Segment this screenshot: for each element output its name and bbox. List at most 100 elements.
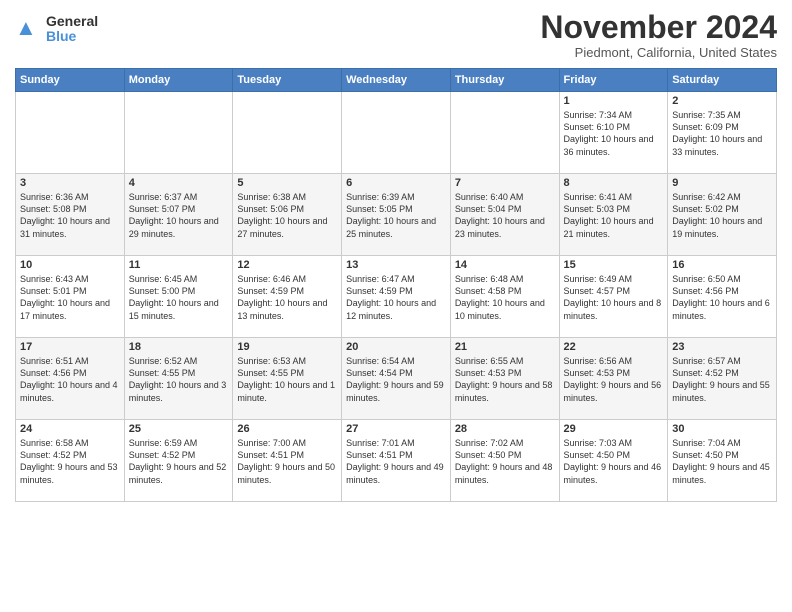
week-row: 1Sunrise: 7:34 AM Sunset: 6:10 PM Daylig… [16, 92, 777, 174]
calendar-cell: 13 Sunrise: 6:47 AM Sunset: 4:59 PM Dayli… [342, 256, 451, 338]
calendar-cell: 11 Sunrise: 6:45 AM Sunset: 5:00 PM Dayli… [124, 256, 233, 338]
day-number: 27 [346, 423, 446, 435]
day-number: 12 [237, 259, 337, 271]
day-info: Sunrise: 6:40 AM Sunset: 5:04 PM Dayligh… [455, 191, 555, 240]
day-info: Sunrise: 6:55 AM Sunset: 4:53 PM Dayligh… [455, 355, 555, 404]
day-info: Sunrise: 7:03 AM Sunset: 4:50 PM Dayligh… [564, 437, 664, 486]
day-info: Sunrise: 6:57 AM Sunset: 4:52 PM Dayligh… [672, 355, 772, 404]
calendar-cell: 8Sunrise: 6:41 AM Sunset: 5:03 PM Daylig… [559, 174, 668, 256]
calendar-cell: 25 Sunrise: 6:59 AM Sunset: 4:52 PM Dayli… [124, 420, 233, 502]
calendar-cell: 7 Sunrise: 6:40 AM Sunset: 5:04 PM Daylig… [450, 174, 559, 256]
page-container: ▲ General Blue November 2024 Piedmont, C… [0, 0, 792, 512]
header-monday: Monday [124, 69, 233, 92]
day-info: Sunrise: 6:43 AM Sunset: 5:01 PM Dayligh… [20, 273, 120, 322]
calendar-cell: 21 Sunrise: 6:55 AM Sunset: 4:53 PM Dayli… [450, 338, 559, 420]
location: Piedmont, California, United States [540, 45, 777, 60]
header-friday: Friday [559, 69, 668, 92]
logo-general: General [46, 14, 98, 29]
calendar-cell: 30Sunrise: 7:04 AM Sunset: 4:50 PM Dayli… [668, 420, 777, 502]
day-number: 18 [129, 341, 229, 353]
day-info: Sunrise: 7:01 AM Sunset: 4:51 PM Dayligh… [346, 437, 446, 486]
calendar-cell: 18Sunrise: 6:52 AM Sunset: 4:55 PM Dayli… [124, 338, 233, 420]
day-info: Sunrise: 6:47 AM Sunset: 4:59 PM Dayligh… [346, 273, 446, 322]
week-row: 24 Sunrise: 6:58 AM Sunset: 4:52 PM Dayli… [16, 420, 777, 502]
day-info: Sunrise: 6:58 AM Sunset: 4:52 PM Dayligh… [20, 437, 120, 486]
day-number: 11 [129, 259, 229, 271]
day-info: Sunrise: 6:50 AM Sunset: 4:56 PM Dayligh… [672, 273, 772, 322]
day-info: Sunrise: 6:46 AM Sunset: 4:59 PM Dayligh… [237, 273, 337, 322]
calendar-cell: 17 Sunrise: 6:51 AM Sunset: 4:56 PM Dayli… [16, 338, 125, 420]
calendar-cell [233, 92, 342, 174]
calendar-cell: 4 Sunrise: 6:37 AM Sunset: 5:07 PM Daylig… [124, 174, 233, 256]
day-info: Sunrise: 6:48 AM Sunset: 4:58 PM Dayligh… [455, 273, 555, 322]
day-number: 25 [129, 423, 229, 435]
header-sunday: Sunday [16, 69, 125, 92]
calendar-cell [342, 92, 451, 174]
header-tuesday: Tuesday [233, 69, 342, 92]
day-number: 8 [564, 177, 664, 189]
logo-icon: ▲ [15, 15, 43, 43]
calendar-cell: 1Sunrise: 7:34 AM Sunset: 6:10 PM Daylig… [559, 92, 668, 174]
day-number: 23 [672, 341, 772, 353]
day-info: Sunrise: 7:34 AM Sunset: 6:10 PM Dayligh… [564, 109, 664, 158]
day-number: 5 [237, 177, 337, 189]
day-info: Sunrise: 6:49 AM Sunset: 4:57 PM Dayligh… [564, 273, 664, 322]
calendar-cell: 26Sunrise: 7:00 AM Sunset: 4:51 PM Dayli… [233, 420, 342, 502]
day-number: 10 [20, 259, 120, 271]
calendar-cell [450, 92, 559, 174]
week-row: 10 Sunrise: 6:43 AM Sunset: 5:01 PM Dayli… [16, 256, 777, 338]
logo-text: General Blue [46, 14, 98, 45]
day-info: Sunrise: 7:35 AM Sunset: 6:09 PM Dayligh… [672, 109, 772, 158]
calendar-cell: 2Sunrise: 7:35 AM Sunset: 6:09 PM Daylig… [668, 92, 777, 174]
calendar-cell: 6Sunrise: 6:39 AM Sunset: 5:05 PM Daylig… [342, 174, 451, 256]
calendar-cell [16, 92, 125, 174]
calendar-cell: 10 Sunrise: 6:43 AM Sunset: 5:01 PM Dayli… [16, 256, 125, 338]
day-info: Sunrise: 6:36 AM Sunset: 5:08 PM Dayligh… [20, 191, 120, 240]
day-number: 24 [20, 423, 120, 435]
day-info: Sunrise: 6:59 AM Sunset: 4:52 PM Dayligh… [129, 437, 229, 486]
day-number: 14 [455, 259, 555, 271]
calendar-cell: 15 Sunrise: 6:49 AM Sunset: 4:57 PM Dayli… [559, 256, 668, 338]
calendar-cell: 9 Sunrise: 6:42 AM Sunset: 5:02 PM Daylig… [668, 174, 777, 256]
day-number: 17 [20, 341, 120, 353]
calendar-cell: 22 Sunrise: 6:56 AM Sunset: 4:53 PM Dayli… [559, 338, 668, 420]
day-info: Sunrise: 6:38 AM Sunset: 5:06 PM Dayligh… [237, 191, 337, 240]
day-info: Sunrise: 6:51 AM Sunset: 4:56 PM Dayligh… [20, 355, 120, 404]
calendar-cell: 3Sunrise: 6:36 AM Sunset: 5:08 PM Daylig… [16, 174, 125, 256]
day-number: 21 [455, 341, 555, 353]
day-info: Sunrise: 6:42 AM Sunset: 5:02 PM Dayligh… [672, 191, 772, 240]
day-number: 15 [564, 259, 664, 271]
day-info: Sunrise: 6:56 AM Sunset: 4:53 PM Dayligh… [564, 355, 664, 404]
day-number: 4 [129, 177, 229, 189]
calendar-cell [124, 92, 233, 174]
day-number: 6 [346, 177, 446, 189]
calendar-cell: 24 Sunrise: 6:58 AM Sunset: 4:52 PM Dayli… [16, 420, 125, 502]
calendar-header: Sunday Monday Tuesday Wednesday Thursday… [16, 69, 777, 92]
day-info: Sunrise: 6:37 AM Sunset: 5:07 PM Dayligh… [129, 191, 229, 240]
logo-blue: Blue [46, 29, 98, 44]
day-number: 22 [564, 341, 664, 353]
day-number: 7 [455, 177, 555, 189]
svg-text:▲: ▲ [15, 15, 37, 40]
day-number: 16 [672, 259, 772, 271]
header: ▲ General Blue November 2024 Piedmont, C… [15, 10, 777, 60]
calendar-cell: 20Sunrise: 6:54 AM Sunset: 4:54 PM Dayli… [342, 338, 451, 420]
day-number: 9 [672, 177, 772, 189]
week-row: 17 Sunrise: 6:51 AM Sunset: 4:56 PM Dayli… [16, 338, 777, 420]
day-info: Sunrise: 7:02 AM Sunset: 4:50 PM Dayligh… [455, 437, 555, 486]
day-info: Sunrise: 6:45 AM Sunset: 5:00 PM Dayligh… [129, 273, 229, 322]
calendar-cell: 29Sunrise: 7:03 AM Sunset: 4:50 PM Dayli… [559, 420, 668, 502]
calendar-table: Sunday Monday Tuesday Wednesday Thursday… [15, 68, 777, 502]
day-info: Sunrise: 6:53 AM Sunset: 4:55 PM Dayligh… [237, 355, 337, 404]
calendar-cell: 12 Sunrise: 6:46 AM Sunset: 4:59 PM Dayli… [233, 256, 342, 338]
calendar-cell: 14 Sunrise: 6:48 AM Sunset: 4:58 PM Dayli… [450, 256, 559, 338]
day-number: 13 [346, 259, 446, 271]
calendar-cell: 23 Sunrise: 6:57 AM Sunset: 4:52 PM Dayli… [668, 338, 777, 420]
calendar-cell: 16 Sunrise: 6:50 AM Sunset: 4:56 PM Dayli… [668, 256, 777, 338]
calendar-cell: 27 Sunrise: 7:01 AM Sunset: 4:51 PM Dayli… [342, 420, 451, 502]
day-info: Sunrise: 7:04 AM Sunset: 4:50 PM Dayligh… [672, 437, 772, 486]
calendar-cell: 19Sunrise: 6:53 AM Sunset: 4:55 PM Dayli… [233, 338, 342, 420]
logo: ▲ General Blue [15, 14, 98, 45]
day-number: 26 [237, 423, 337, 435]
header-wednesday: Wednesday [342, 69, 451, 92]
